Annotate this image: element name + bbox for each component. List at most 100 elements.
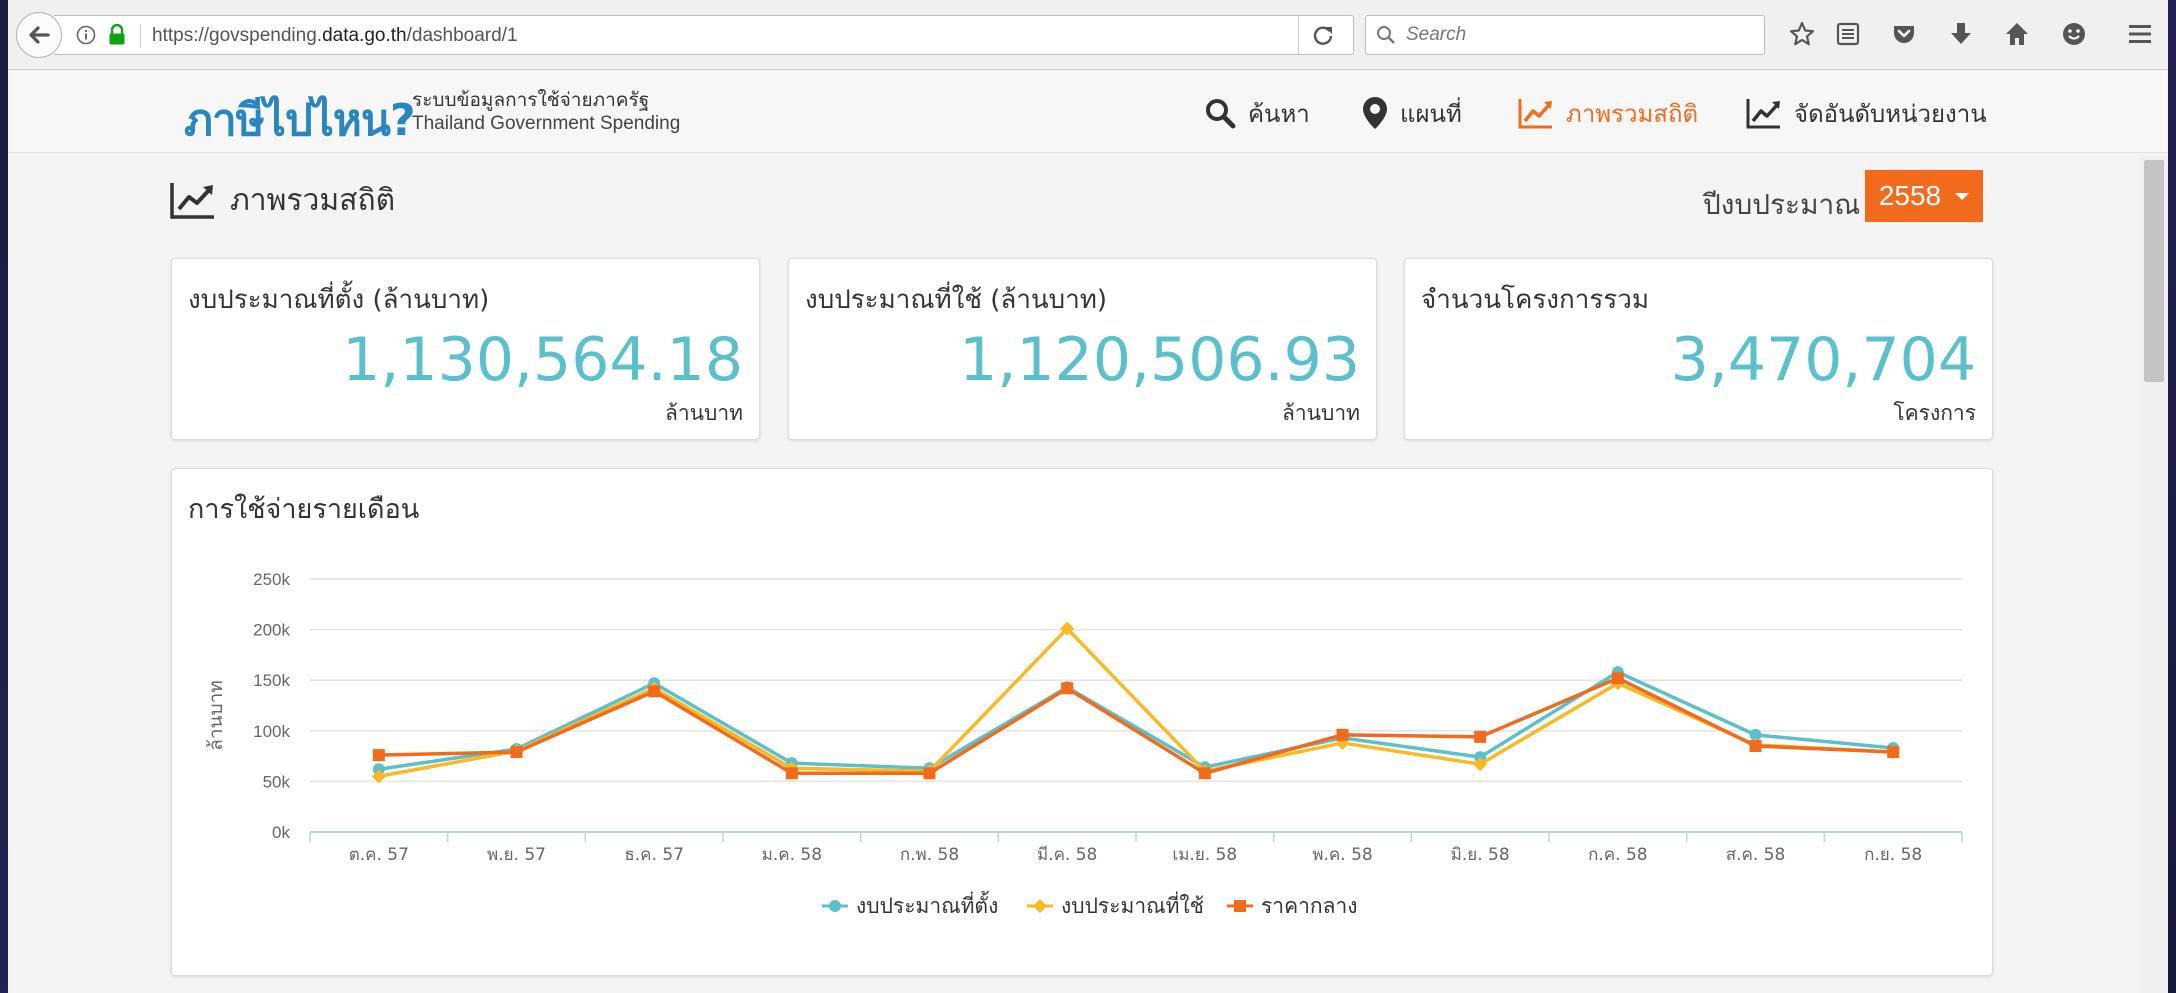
url-path: /dashboard/1 [406,25,518,46]
reload-divider [1298,16,1299,54]
stat-card-budget-used: งบประมาณที่ใช้ (ล้านบาท) 1,120,506.93 ล้… [788,258,1377,440]
data-point [1336,728,1349,741]
search-icon [1206,99,1236,129]
stat-value: 1,120,506.93 [959,325,1360,395]
back-button[interactable] [16,12,62,58]
map-pin-icon [1363,97,1387,129]
url-prefix: https://govspending. [152,25,323,46]
data-point [1198,767,1211,780]
site-tagline-thai: ระบบข้อมูลการใช้จ่ายภาครัฐ [412,89,650,111]
search-bar[interactable] [1365,15,1765,55]
url-domain: data.go.th [322,25,407,46]
nav-item-label: แผนที่ [1400,99,1462,128]
stat-card-budget-allocated: งบประมาณที่ตั้ง (ล้านบาท) 1,130,564.18 ล… [171,258,760,440]
trend-chart-icon [1518,99,1552,129]
url-divider [140,24,141,48]
reading-list-icon[interactable] [1834,20,1864,50]
legend-label: งบประมาณที่ใช้ [1061,891,1204,918]
data-point [1474,730,1487,743]
monthly-spending-chart-card: 0k 50k 100k 150k 200k 250k ต.ค. 57 พ.ย. 57 ธ.ค. … [171,468,1993,976]
site-header: ภาษีไปไหน? ระบบข้อมูลการใช้จ่ายภาครัฐ Th… [8,71,2168,153]
nav-item-search[interactable]: ค้นหา [1204,95,1310,131]
home-icon[interactable] [2003,20,2033,50]
data-point [923,767,936,780]
stat-unit: ล้านบาท [1282,401,1360,425]
smiley-feedback-icon[interactable] [2060,20,2090,50]
download-icon[interactable] [1947,20,1977,50]
fiscal-year-value: 2558 [1878,180,1942,211]
stat-title: งบประมาณที่ใช้ (ล้านบาท) [805,285,1108,315]
y-tick-label: 50k [263,772,291,791]
nav-item-label: ค้นหา [1248,99,1310,128]
data-point [1061,682,1074,695]
info-icon[interactable] [76,25,96,49]
y-tick-label: 100k [253,722,290,741]
stat-value: 3,470,704 [1670,325,1976,395]
nav-item-ranking[interactable]: จัดอันดับหน่วยงาน [1746,95,1987,131]
browser-window: https://govspending.data.go.th/dashboard… [8,0,2168,993]
y-tick-label: 0k [272,823,290,842]
stat-value: 1,130,564.18 [342,325,743,395]
x-tick-label: ก.พ. 58 [900,845,959,865]
trend-chart-icon [1746,99,1780,129]
caret-down-icon [1955,192,1970,200]
y-axis-label: ล้านบาท [205,680,227,751]
bookmark-star-icon[interactable] [1788,20,1818,50]
nav-item-label: ภาพรวมสถิติ [1566,99,1699,128]
url-text[interactable]: https://govspending.data.go.th/dashboard… [152,25,518,47]
data-point [1887,746,1900,759]
page-title: ภาพรวมสถิติ [170,180,395,220]
pocket-icon[interactable] [1890,20,1920,50]
stat-unit: โครงการ [1893,401,1976,425]
nav-item-label: จัดอันดับหน่วยงาน [1794,99,1987,128]
y-tick-label: 200k [253,621,290,640]
nav-item-map[interactable]: แผนที่ [1362,95,1462,131]
data-point [648,685,661,698]
legend-label: ราคากลาง [1261,894,1358,918]
legend-marker [1033,899,1047,913]
site-tagline-english: Thailand Government Spending [412,113,681,134]
legend-marker [829,900,841,912]
data-point [1749,739,1762,752]
stat-title: จำนวนโครงการรวม [1421,285,1650,315]
y-tick-label: 150k [253,671,290,690]
site-logo[interactable]: ภาษีไปไหน? [184,85,416,155]
x-tick-label: ม.ค. 58 [762,845,822,865]
x-tick-label: ก.ย. 58 [1864,845,1922,865]
y-tick-label: 250k [253,570,290,589]
menu-icon[interactable] [2126,20,2156,50]
search-icon [1377,26,1395,44]
page-title-text: ภาพรวมสถิติ [230,182,396,218]
lock-icon[interactable] [108,23,126,50]
stat-unit: ล้านบาท [665,401,743,425]
x-tick-label: พ.ย. 57 [487,845,546,865]
data-point [510,746,523,759]
legend-label: งบประมาณที่ตั้ง [856,891,998,918]
back-arrow-icon [29,26,50,44]
x-tick-label: ส.ค. 58 [1726,845,1786,865]
search-input[interactable] [1406,22,1756,48]
x-tick-label: มี.ค. 58 [1037,845,1097,865]
url-bar[interactable]: https://govspending.data.go.th/dashboard… [54,15,1354,55]
x-tick-label: เม.ย. 58 [1172,845,1237,865]
chart-title: การใช้จ่ายรายเดือน [188,494,420,525]
stat-title: งบประมาณที่ตั้ง (ล้านบาท) [188,285,490,315]
x-tick-label: พ.ค. 58 [1312,845,1372,865]
x-tick-label: ก.ค. 58 [1588,845,1648,865]
fiscal-year-dropdown[interactable]: 2558 [1865,170,1983,222]
nav-item-overview[interactable]: ภาพรวมสถิติ [1518,95,1698,131]
data-point [1611,672,1624,685]
data-point [372,749,385,762]
series-line-1 [378,670,1894,771]
x-tick-label: มิ.ย. 58 [1451,845,1510,865]
browser-toolbar: https://govspending.data.go.th/dashboard… [8,0,2168,70]
x-tick-label: ต.ค. 57 [349,845,409,865]
scrollbar-thumb[interactable] [2144,160,2164,382]
legend-marker [1234,900,1246,912]
x-tick-label: ธ.ค. 57 [624,845,684,865]
trend-chart-icon [170,183,214,219]
reload-icon[interactable] [1312,24,1334,50]
stat-card-project-count: จำนวนโครงการรวม 3,470,704 โครงการ [1404,258,1993,440]
fiscal-year-label: ปีงบประมาณ [1703,188,1861,221]
data-point [785,767,798,780]
